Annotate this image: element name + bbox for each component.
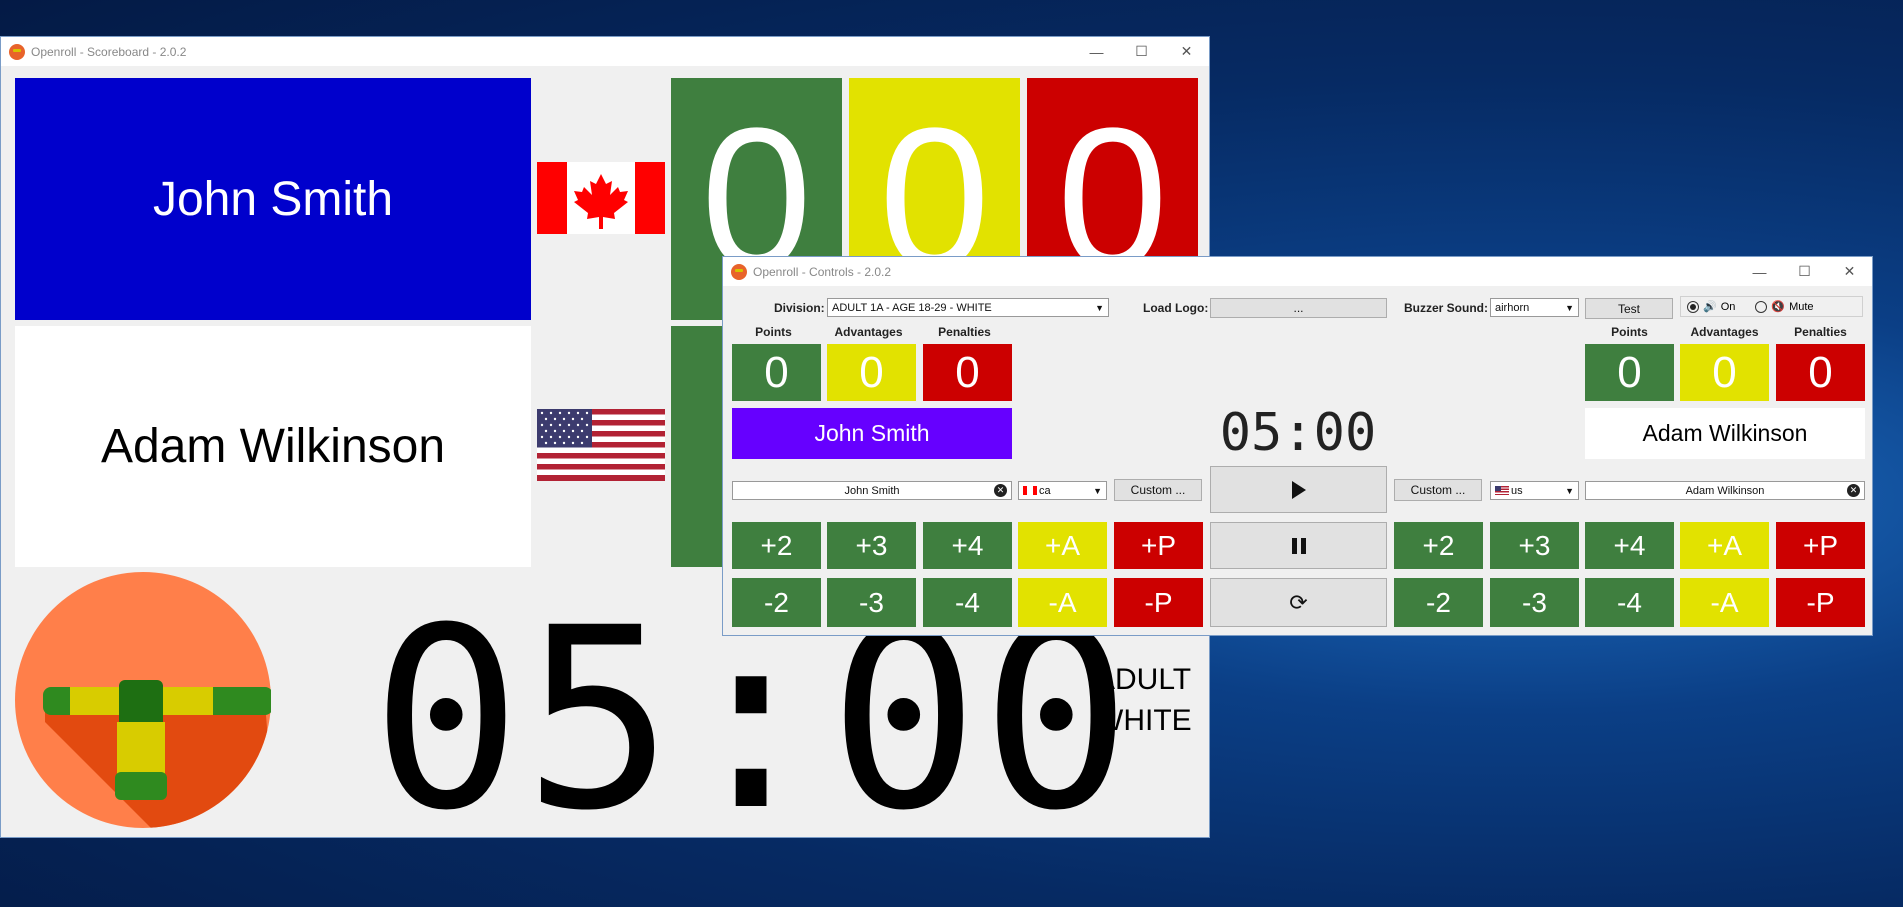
right-penalties-header: Penalties — [1794, 325, 1847, 339]
mute-icon: 🔇 — [1771, 301, 1786, 313]
right-name-field[interactable]: Adam Wilkinson ✕ — [1585, 481, 1865, 500]
left-flag-value: ca — [1039, 484, 1051, 497]
maximize-icon[interactable]: ☐ — [1782, 257, 1827, 286]
sound-mute-radio[interactable] — [1755, 300, 1768, 313]
play-button[interactable] — [1210, 466, 1387, 513]
division-label: ADULT WHITE — [1095, 659, 1192, 741]
left-points-header: Points — [755, 325, 792, 339]
usa-flag-icon — [537, 409, 665, 481]
app-icon — [9, 43, 25, 60]
sound-mute-label: Mute — [1789, 300, 1814, 313]
division-select[interactable]: ADULT 1A - AGE 18-29 - WHITE ▼ — [827, 298, 1109, 317]
minimize-icon[interactable]: — — [1737, 257, 1782, 286]
division-value: ADULT 1A - AGE 18-29 - WHITE — [832, 301, 992, 314]
close-icon[interactable]: ✕ — [1164, 37, 1209, 66]
left-flag-select[interactable]: ca ▼ — [1018, 481, 1107, 500]
left-name-field-value: John Smith — [844, 484, 900, 497]
pause-icon — [1291, 537, 1306, 554]
left-penalties-header: Penalties — [938, 325, 991, 339]
window-title: Openroll - Controls - 2.0.2 — [753, 264, 892, 279]
buzzer-sound-select[interactable]: airhorn ▼ — [1490, 298, 1579, 317]
left-advantages-header: Advantages — [834, 325, 903, 339]
minimize-icon[interactable]: — — [1074, 37, 1119, 66]
left-name-display: John Smith — [732, 408, 1012, 459]
left-plus4-button[interactable]: +4 — [923, 522, 1012, 569]
sound-on-label: On — [1720, 300, 1736, 313]
clear-icon[interactable]: ✕ — [994, 484, 1007, 497]
right-points-header: Points — [1611, 325, 1648, 339]
left-advantages-value: 0 — [827, 344, 916, 401]
right-minus-penalty-button[interactable]: -P — [1776, 578, 1865, 627]
scoreboard-timer: 05:00 — [371, 574, 1134, 865]
right-advantages-value: 0 — [1680, 344, 1769, 401]
left-plus2-button[interactable]: +2 — [732, 522, 821, 569]
right-plus-advantage-button[interactable]: +A — [1680, 522, 1769, 569]
sound-toggle-group: 🔊 On 🔇 Mute — [1680, 296, 1863, 317]
sound-on-radio[interactable] — [1687, 300, 1699, 313]
right-minus3-button[interactable]: -3 — [1490, 578, 1579, 627]
buzzer-sound-value: airhorn — [1495, 301, 1530, 314]
right-advantages-header: Advantages — [1690, 325, 1759, 339]
left-plus-advantage-button[interactable]: +A — [1018, 522, 1107, 569]
chevron-down-icon: ▼ — [1093, 485, 1102, 496]
left-minus-penalty-button[interactable]: -P — [1114, 578, 1203, 627]
division-line1: ADULT — [1095, 663, 1192, 696]
app-icon — [731, 263, 747, 280]
division-line2: WHITE — [1095, 704, 1192, 737]
speaker-icon: 🔊 — [1703, 301, 1717, 313]
competitor2-name: Adam Wilkinson — [100, 420, 446, 473]
window-title: Openroll - Scoreboard - 2.0.2 — [31, 44, 187, 59]
pause-button[interactable] — [1210, 522, 1387, 569]
right-points-value: 0 — [1585, 344, 1674, 401]
right-plus2-button[interactable]: +2 — [1394, 522, 1483, 569]
usa-flag-icon — [1495, 486, 1509, 495]
right-name-field-value: Adam Wilkinson — [1685, 484, 1765, 497]
left-name-field[interactable]: John Smith ✕ — [732, 481, 1012, 500]
right-minus-advantage-button[interactable]: -A — [1680, 578, 1769, 627]
chevron-down-icon: ▼ — [1565, 485, 1574, 496]
left-minus3-button[interactable]: -3 — [827, 578, 916, 627]
left-plus3-button[interactable]: +3 — [827, 522, 916, 569]
chevron-down-icon: ▼ — [1565, 302, 1574, 313]
left-points-value: 0 — [732, 344, 821, 401]
load-logo-button[interactable]: ... — [1210, 298, 1387, 318]
left-minus-advantage-button[interactable]: -A — [1018, 578, 1107, 627]
right-flag-value: us — [1511, 484, 1523, 497]
openroll-logo — [15, 572, 271, 828]
division-label: Division: — [774, 301, 825, 315]
play-icon — [1291, 480, 1306, 499]
buzzer-sound-label: Buzzer Sound: — [1404, 301, 1488, 315]
right-plus3-button[interactable]: +3 — [1490, 522, 1579, 569]
competitor2-name-panel: Adam Wilkinson — [15, 326, 531, 567]
competitor1-name-panel: John Smith — [15, 78, 531, 320]
right-plus4-button[interactable]: +4 — [1585, 522, 1674, 569]
right-penalties-value: 0 — [1776, 344, 1865, 401]
chevron-down-icon: ▼ — [1095, 302, 1104, 313]
controls-titlebar[interactable]: Openroll - Controls - 2.0.2 — ☐ ✕ — [723, 257, 1872, 286]
right-plus-penalty-button[interactable]: +P — [1776, 522, 1865, 569]
competitor1-name: John Smith — [152, 172, 394, 226]
clear-icon[interactable]: ✕ — [1847, 484, 1860, 497]
right-flag-select[interactable]: us ▼ — [1490, 481, 1579, 500]
right-custom-flag-button[interactable]: Custom ... — [1394, 479, 1482, 501]
left-minus2-button[interactable]: -2 — [732, 578, 821, 627]
scoreboard-titlebar[interactable]: Openroll - Scoreboard - 2.0.2 — ☐ ✕ — [1, 37, 1209, 66]
left-penalties-value: 0 — [923, 344, 1012, 401]
right-minus4-button[interactable]: -4 — [1585, 578, 1674, 627]
right-name-display: Adam Wilkinson — [1585, 408, 1865, 459]
left-custom-flag-button[interactable]: Custom ... — [1114, 479, 1202, 501]
controls-timer: 05:00 — [1219, 403, 1377, 463]
maximize-icon[interactable]: ☐ — [1119, 37, 1164, 66]
canada-flag-icon — [1023, 486, 1037, 495]
load-logo-label: Load Logo: — [1143, 301, 1209, 315]
left-minus4-button[interactable]: -4 — [923, 578, 1012, 627]
right-minus2-button[interactable]: -2 — [1394, 578, 1483, 627]
refresh-icon: ⟳ — [1289, 589, 1308, 615]
reset-button[interactable]: ⟳ — [1210, 578, 1387, 627]
close-icon[interactable]: ✕ — [1827, 257, 1872, 286]
left-plus-penalty-button[interactable]: +P — [1114, 522, 1203, 569]
test-buzzer-button[interactable]: Test — [1585, 298, 1673, 319]
canada-flag-icon — [537, 162, 665, 234]
controls-window: Openroll - Controls - 2.0.2 — ☐ ✕ Divisi… — [722, 256, 1873, 636]
